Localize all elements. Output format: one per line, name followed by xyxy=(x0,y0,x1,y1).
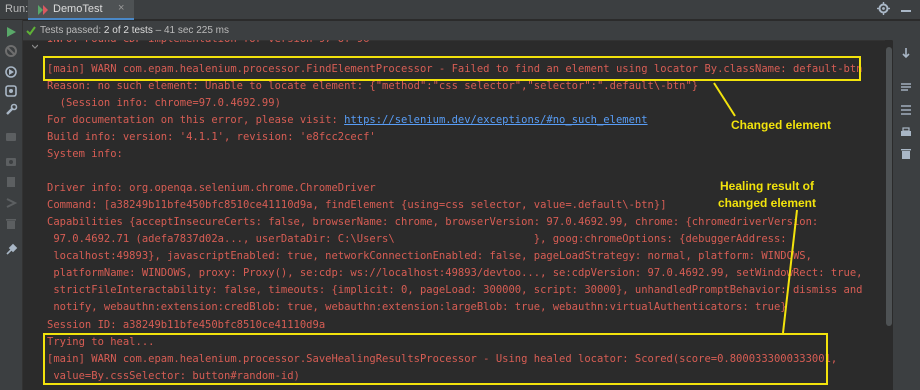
healing-result-annotation-line2: changed element xyxy=(717,196,817,210)
healing-result-annotation-line1: Healing result of xyxy=(719,179,814,193)
healing-result-pointer-line xyxy=(782,209,798,334)
changed-element-annotation: Changed element xyxy=(730,118,832,132)
changed-element-pointer-line xyxy=(713,82,736,117)
